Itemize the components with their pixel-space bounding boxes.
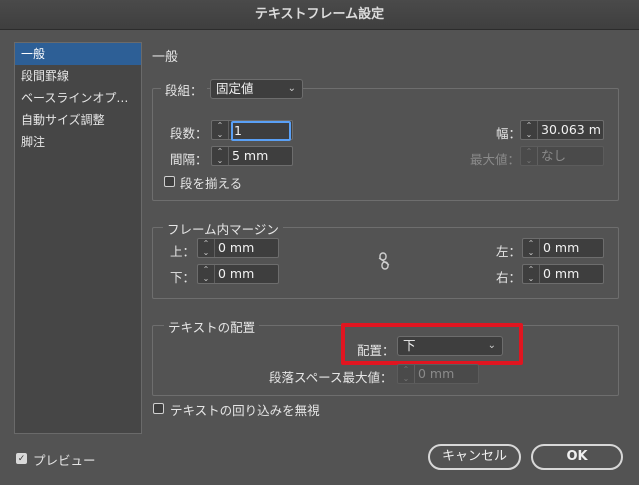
columns-type-select[interactable]: 固定値 ⌄ (210, 79, 303, 99)
gutter-label: 間隔： (170, 152, 208, 167)
inset-bottom-value[interactable]: 0 mm (218, 265, 254, 283)
inset-top-value[interactable]: 0 mm (218, 239, 254, 257)
inset-bottom-field[interactable]: ⌃ ⌄ 0 mm (197, 264, 279, 284)
inset-bottom-label: 下： (170, 270, 196, 285)
inset-right-field[interactable]: ⌃ ⌄ 0 mm (522, 264, 604, 284)
preview-label: プレビュー (33, 453, 96, 468)
ignore-wrap-checkbox[interactable] (153, 403, 164, 414)
link-broken-icon[interactable] (378, 252, 390, 270)
inset-right-label: 右： (496, 270, 522, 285)
max-width-field: ⌃ ⌄ なし (520, 146, 604, 166)
max-width-value: なし (541, 148, 567, 163)
balance-columns-checkbox[interactable] (164, 176, 175, 187)
inset-top-field[interactable]: ⌃ ⌄ 0 mm (197, 238, 279, 258)
ok-button[interactable]: OK (531, 444, 623, 470)
stepper-arrows-icon[interactable]: ⌃ ⌄ (523, 265, 540, 283)
cancel-button[interactable]: キャンセル (428, 444, 521, 470)
sidebar-item-auto-size[interactable]: 自動サイズ調整 (15, 109, 141, 131)
inset-top-label: 上： (170, 244, 196, 259)
column-count-value[interactable]: 1 (231, 121, 291, 141)
dialog-title: テキストフレーム設定 (0, 0, 639, 30)
stepper-arrows-icon[interactable]: ⌃ ⌄ (198, 265, 215, 283)
stepper-arrows-icon[interactable]: ⌃ ⌄ (212, 147, 229, 165)
balance-columns-label: 段を揃える (180, 176, 243, 191)
stepper-arrows-icon[interactable]: ⌃ ⌄ (521, 121, 538, 139)
paragraph-spacing-field: ⌃ ⌄ 0 mm (397, 364, 479, 384)
column-count-field[interactable]: ⌃ ⌄ 1 (211, 120, 293, 141)
column-count-label: 段数： (170, 126, 208, 141)
columns-type-value: 固定値 (216, 81, 254, 96)
column-width-field[interactable]: ⌃ ⌄ 30.063 m (520, 120, 604, 140)
column-width-label: 幅： (496, 126, 522, 141)
stepper-arrows-icon: ⌃ ⌄ (521, 147, 538, 165)
max-width-label: 最大値： (470, 152, 521, 167)
column-width-value[interactable]: 30.063 m (541, 121, 601, 139)
gutter-field[interactable]: ⌃ ⌄ 5 mm (211, 146, 293, 166)
annotation-highlight-box (341, 323, 523, 365)
section-title: 一般 (152, 50, 179, 65)
paragraph-spacing-value: 0 mm (418, 366, 455, 381)
inset-right-value[interactable]: 0 mm (543, 265, 579, 283)
stepper-arrows-icon[interactable]: ⌃ ⌄ (198, 239, 215, 257)
stepper-arrows-icon[interactable]: ⌃ ⌄ (523, 239, 540, 257)
stepper-arrows-icon: ⌃ ⌄ (398, 365, 415, 383)
sidebar-item-footnotes[interactable]: 脚注 (15, 131, 141, 153)
sidebar-item-baseline-options[interactable]: ベースラインオプ… (15, 87, 141, 109)
ignore-wrap-label: テキストの回り込みを無視 (170, 403, 320, 418)
inset-title: フレーム内マージン (163, 219, 283, 237)
stepper-arrows-icon[interactable]: ⌃ ⌄ (212, 121, 229, 139)
paragraph-spacing-label: 段落スペース最大値： (269, 370, 393, 385)
vertical-justification-title: テキストの配置 (164, 317, 260, 335)
sidebar-item-general[interactable]: 一般 (15, 43, 141, 65)
gutter-value[interactable]: 5 mm (232, 147, 268, 165)
inset-left-field[interactable]: ⌃ ⌄ 0 mm (522, 238, 604, 258)
sidebar-item-column-rules[interactable]: 段間罫線 (15, 65, 141, 87)
inset-left-value[interactable]: 0 mm (543, 239, 579, 257)
preview-checkbox[interactable]: ✓ (16, 453, 27, 464)
inset-left-label: 左： (496, 244, 522, 259)
columns-label: 段組： (161, 80, 207, 98)
sidebar: 一般 段間罫線 ベースラインオプ… 自動サイズ調整 脚注 (14, 42, 142, 434)
chevron-down-icon: ⌄ (287, 83, 296, 94)
